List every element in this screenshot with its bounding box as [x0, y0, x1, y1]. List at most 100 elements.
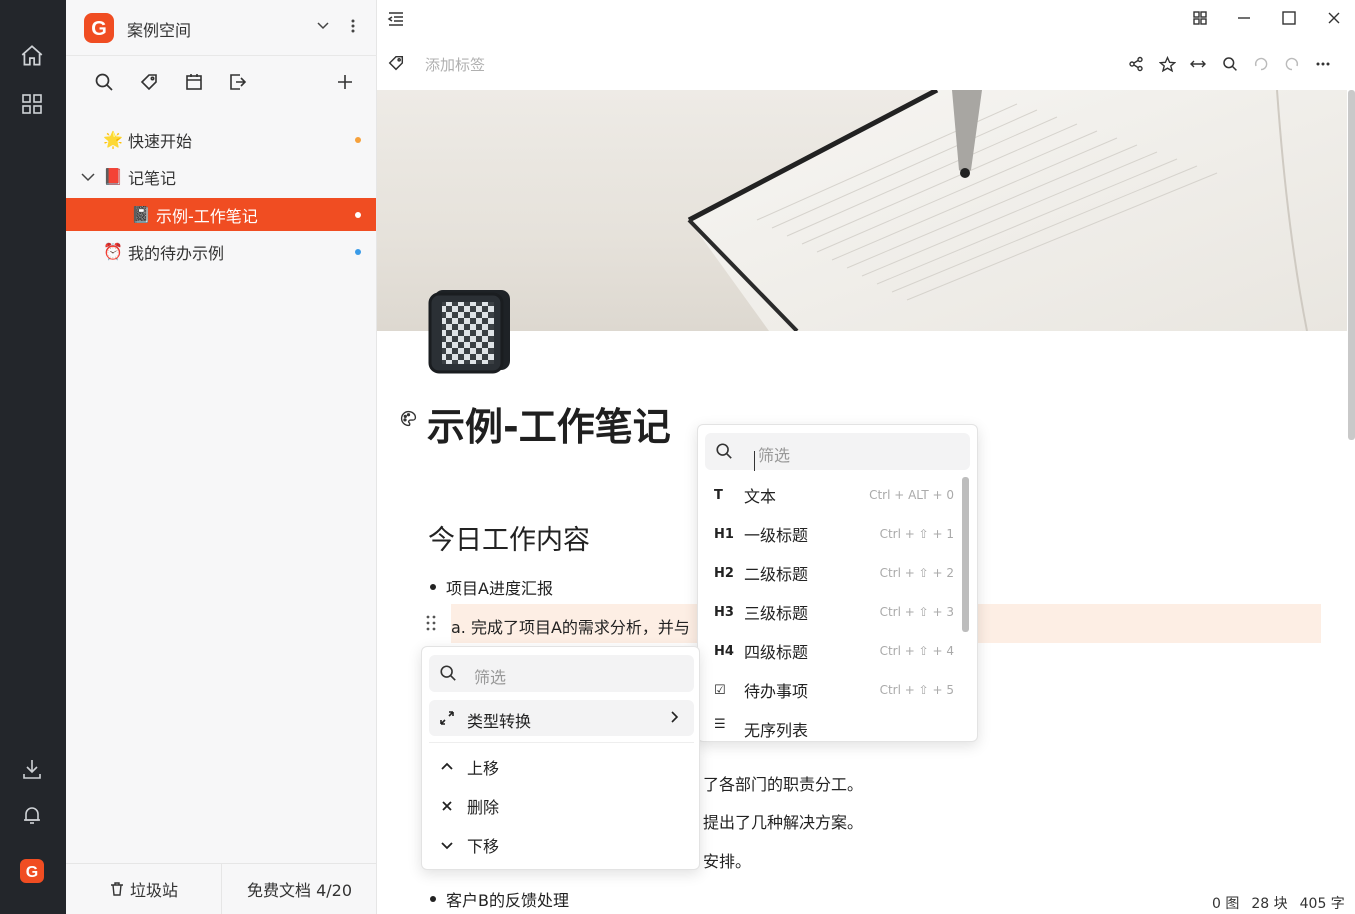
workspace-name: 案例空间: [127, 21, 192, 40]
filter-input[interactable]: 筛选: [705, 433, 970, 471]
paragraph-line[interactable]: 提出了几种解决方案。: [703, 809, 863, 833]
search-icon[interactable]: [1219, 53, 1241, 75]
collapse-sidebar-icon[interactable]: [385, 8, 407, 30]
block-count: 28 块: [1251, 896, 1288, 912]
workspace-header[interactable]: G 案例空间: [66, 0, 377, 56]
share-icon[interactable]: [1125, 53, 1147, 75]
minimize-icon[interactable]: [1233, 7, 1255, 29]
drag-handle-icon[interactable]: [425, 614, 437, 632]
unread-dot: [355, 248, 361, 255]
notebook-icon: 📓: [131, 205, 151, 224]
search-icon[interactable]: [93, 71, 115, 93]
shortcut: Ctrl + ⇧ + 4: [879, 644, 954, 658]
palette-icon[interactable]: [400, 410, 417, 427]
tree-item-work-notes[interactable]: 📓 示例-工作笔记: [66, 198, 376, 231]
shortcut: Ctrl + ALT + 0: [869, 488, 954, 502]
sidebar-footer: 垃圾站 免费文档 4/20: [66, 863, 377, 914]
bell-icon[interactable]: [18, 801, 46, 829]
text-type-icon: T: [714, 487, 723, 503]
list-item[interactable]: 项目A进度汇报: [430, 575, 553, 599]
layout-grid-icon[interactable]: [1189, 7, 1211, 29]
apps-grid-icon[interactable]: [18, 90, 46, 118]
checkbox-icon: ☑: [714, 682, 726, 698]
type-convert-label: 类型转换: [467, 712, 532, 731]
heading-3-icon: H3: [714, 604, 734, 620]
move-up-item[interactable]: 上移: [439, 752, 499, 782]
undo-icon[interactable]: [1250, 53, 1272, 75]
option-heading-4[interactable]: H4 四级标题 Ctrl + ⇧ + 4: [714, 636, 954, 666]
option-todo[interactable]: ☑ 待办事项 Ctrl + ⇧ + 5: [714, 675, 954, 705]
paragraph-line[interactable]: 了各部门的职责分工。: [703, 771, 863, 795]
close-icon: [439, 798, 455, 814]
workspace-logo-icon: G: [83, 12, 115, 44]
calendar-icon[interactable]: [183, 71, 205, 93]
download-icon[interactable]: [18, 755, 46, 783]
close-icon[interactable]: [1323, 7, 1345, 29]
trash-icon: [109, 881, 125, 897]
full-width-icon[interactable]: [1187, 53, 1209, 75]
menu-scrollbar[interactable]: [962, 477, 969, 632]
page-title[interactable]: 示例-工作笔记: [427, 396, 671, 451]
add-icon[interactable]: [334, 71, 356, 93]
svg-text:G: G: [91, 18, 107, 40]
paragraph-line[interactable]: 安排。: [703, 848, 751, 872]
block-action-menu: 筛选 类型转换 上移 删除 下移: [421, 646, 700, 870]
add-tag-placeholder[interactable]: 添加标签: [425, 54, 485, 75]
image-count: 0 图: [1212, 896, 1240, 912]
star-icon[interactable]: [1156, 53, 1178, 75]
status-bar: 0 图 28 块 405 字: [1212, 893, 1345, 913]
divider: [429, 742, 694, 743]
list-item[interactable]: 客户B的反馈处理: [430, 887, 569, 911]
tree-item-todo[interactable]: ⏰ 我的待办示例: [66, 235, 376, 268]
more-horizontal-icon[interactable]: [1312, 53, 1334, 75]
notebook-icon[interactable]: [428, 288, 512, 374]
tree-item-label: 我的待办示例: [128, 243, 225, 263]
bullet-list-icon: ☰: [714, 717, 726, 732]
alarm-clock-icon: ⏰: [103, 242, 123, 261]
filter-placeholder: 筛选: [758, 446, 791, 465]
heading-4-icon: H4: [714, 643, 734, 659]
chevron-down-icon[interactable]: [316, 18, 330, 32]
convert-arrows-icon: [439, 710, 455, 726]
option-text[interactable]: T 文本 Ctrl + ALT + 0: [714, 480, 954, 510]
chevron-down-icon: [439, 837, 455, 853]
block-text[interactable]: a. 完成了项目A的需求分析，并与: [451, 614, 690, 638]
block-type-menu: 筛选 T 文本 Ctrl + ALT + 0 H1 一级标题 Ctrl + ⇧ …: [697, 424, 978, 742]
move-down-item[interactable]: 下移: [439, 830, 499, 860]
home-icon[interactable]: [18, 42, 46, 70]
doc-quota[interactable]: 免费文档 4/20: [221, 864, 377, 914]
sidebar-toolbar: [66, 57, 377, 109]
cover-image[interactable]: [377, 90, 1347, 331]
maximize-icon[interactable]: [1278, 7, 1300, 29]
option-heading-3[interactable]: H3 三级标题 Ctrl + ⇧ + 3: [714, 597, 954, 627]
tree-item-label: 示例-工作笔记: [156, 206, 258, 226]
chevron-right-icon: [667, 710, 681, 724]
filter-input[interactable]: 筛选: [429, 655, 694, 692]
svg-text:G: G: [26, 864, 38, 881]
app-logo-icon[interactable]: G: [18, 857, 46, 885]
chevron-down-icon[interactable]: [80, 169, 96, 185]
option-heading-1[interactable]: H1 一级标题 Ctrl + ⇧ + 1: [714, 519, 954, 549]
trash-button[interactable]: 垃圾站: [66, 864, 221, 914]
tree-item-quick-start[interactable]: 🌟 快速开始: [66, 123, 376, 156]
more-vertical-icon[interactable]: [350, 18, 356, 34]
heading-1-icon: H1: [714, 526, 734, 542]
tree-item-notes[interactable]: 📕 记笔记: [66, 160, 376, 193]
redo-icon[interactable]: [1281, 53, 1303, 75]
shortcut: Ctrl + ⇧ + 3: [879, 605, 954, 619]
tag-icon[interactable]: [138, 71, 160, 93]
import-icon[interactable]: [227, 71, 249, 93]
option-bullet-list[interactable]: ☰ 无序列表: [714, 713, 954, 741]
top-bar: 添加标签: [377, 0, 1355, 90]
type-convert-item[interactable]: 类型转换: [429, 700, 694, 736]
shortcut: Ctrl + ⇧ + 1: [879, 527, 954, 541]
tag-icon[interactable]: [385, 52, 407, 74]
delete-item[interactable]: 删除: [439, 791, 499, 821]
section-heading[interactable]: 今日工作内容: [428, 518, 590, 557]
shortcut: Ctrl + ⇧ + 5: [879, 683, 954, 697]
heading-2-icon: H2: [714, 565, 734, 581]
page-scrollbar[interactable]: [1348, 90, 1355, 440]
option-heading-2[interactable]: H2 二级标题 Ctrl + ⇧ + 2: [714, 558, 954, 588]
search-icon: [439, 664, 457, 686]
tree-item-label: 快速开始: [128, 131, 193, 151]
